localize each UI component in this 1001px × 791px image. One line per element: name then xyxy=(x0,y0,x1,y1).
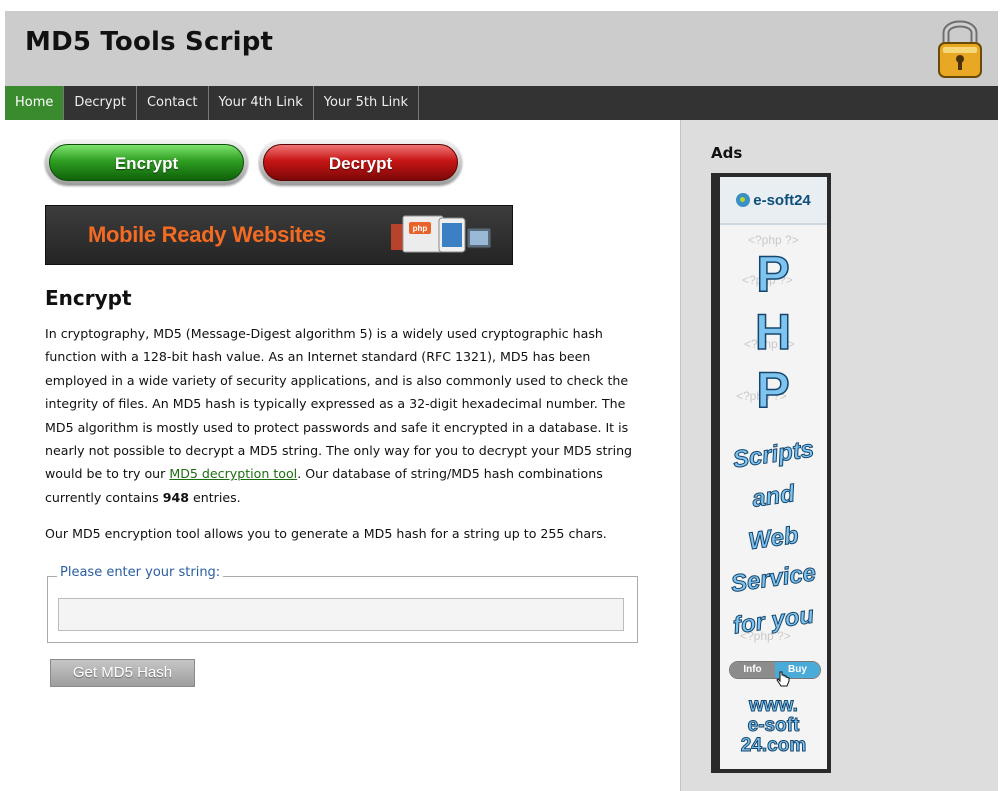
promo-badge: php xyxy=(413,224,428,233)
encrypt-button[interactable]: Encrypt xyxy=(45,140,248,185)
decrypt-button-label: Decrypt xyxy=(263,144,458,181)
ad-word: Service xyxy=(729,559,818,599)
nav-decrypt[interactable]: Decrypt xyxy=(64,86,137,120)
padlock-icon xyxy=(938,20,982,78)
nav-contact[interactable]: Contact xyxy=(137,86,209,120)
get-md5-hash-button[interactable]: Get MD5 Hash xyxy=(50,659,195,687)
ad-url-line: 24.com xyxy=(740,735,807,756)
fieldset-legend: Please enter your string: xyxy=(57,565,224,580)
ad-content: e-soft24 <?php ?> <?php ?> <?php ?> <?ph… xyxy=(720,177,827,769)
ad-banner[interactable]: e-soft24 <?php ?> <?php ?> <?php ?> <?ph… xyxy=(711,173,831,773)
ad-brand-logo: e-soft24 xyxy=(720,177,827,225)
main-nav: Home Decrypt Contact Your 4th Link Your … xyxy=(5,86,998,120)
ad-letter-h: H xyxy=(754,304,792,360)
decrypt-button[interactable]: Decrypt xyxy=(259,140,462,185)
ad-watermark: <?php ?> xyxy=(748,233,799,247)
ad-info-button[interactable]: Info xyxy=(730,662,775,678)
string-input[interactable] xyxy=(58,598,624,631)
page-heading: Encrypt xyxy=(45,286,132,310)
devices-icon: php xyxy=(391,215,492,253)
nav-home[interactable]: Home xyxy=(5,86,65,120)
promo-banner[interactable]: Mobile Ready Websites php xyxy=(45,205,513,265)
sidebar: Ads e-soft24 <?php ?> <?php ?> <?php ?> … xyxy=(680,120,998,791)
promo-banner-text: Mobile Ready Websites xyxy=(88,222,326,247)
ad-word: Web xyxy=(746,521,801,556)
intro-paragraph: In cryptography, MD5 (Message-Digest alg… xyxy=(45,326,633,505)
string-fieldset: Please enter your string: xyxy=(47,565,638,643)
ad-letter-p: P xyxy=(756,246,791,302)
ad-url-line: www. xyxy=(749,695,799,716)
site-title: MD5 Tools Script xyxy=(25,27,274,57)
hand-cursor-icon xyxy=(776,671,790,687)
md5-decryption-link[interactable]: MD5 decryption tool xyxy=(169,466,297,481)
ad-word: and xyxy=(750,480,797,514)
nav-4th-link[interactable]: Your 4th Link xyxy=(209,86,314,120)
tool-description: Our MD5 encryption tool allows you to ge… xyxy=(45,526,607,541)
globe-icon xyxy=(736,193,751,207)
encrypt-button-label: Encrypt xyxy=(49,144,244,181)
ads-title: Ads xyxy=(711,144,743,162)
ad-word: Scripts xyxy=(731,435,816,474)
ad-url-line: e-soft xyxy=(747,715,800,736)
nav-5th-link[interactable]: Your 5th Link xyxy=(314,86,420,120)
ad-letter-p: P xyxy=(756,362,791,418)
entry-count: 948 xyxy=(162,489,189,505)
site-header: MD5 Tools Script xyxy=(5,11,998,86)
ad-info-buy-toggle[interactable]: Info Buy xyxy=(729,661,821,679)
